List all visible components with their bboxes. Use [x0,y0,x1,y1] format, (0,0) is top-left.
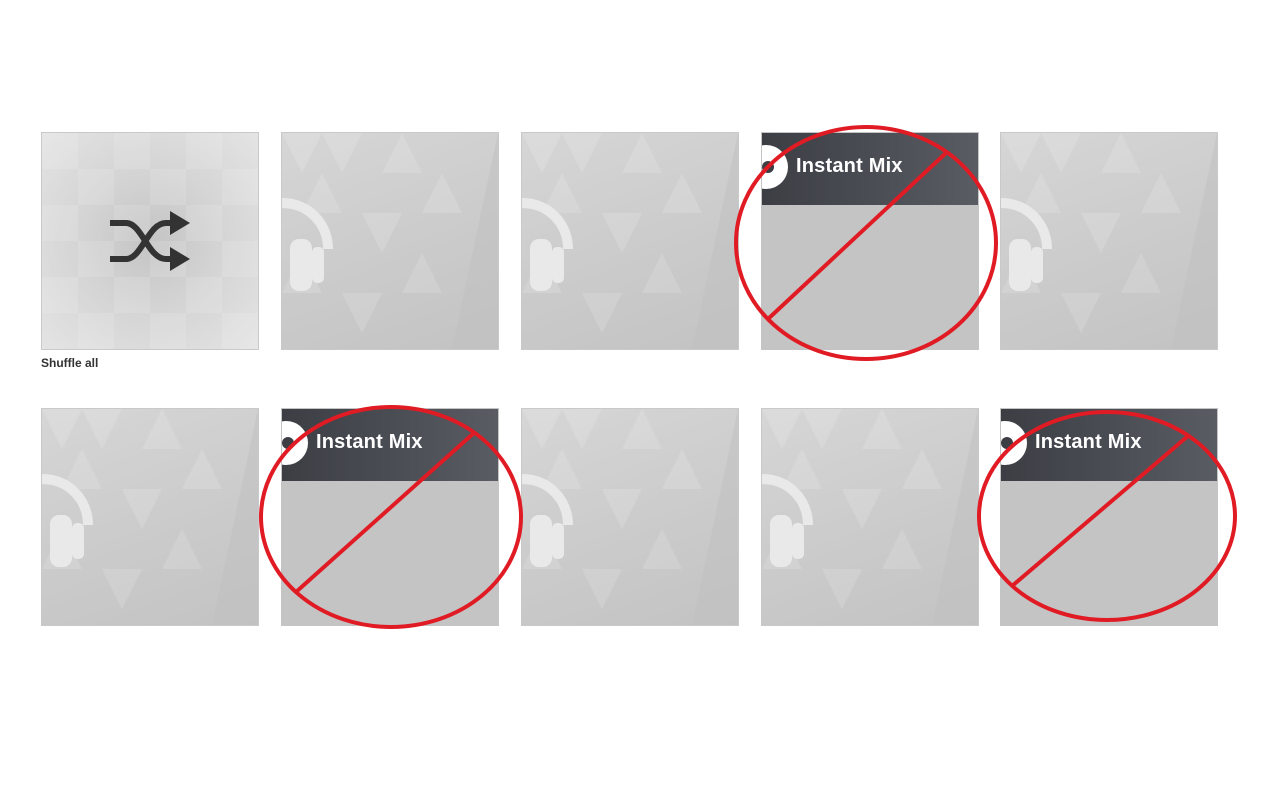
instant-mix-banner[interactable]: Instant Mix [282,409,498,481]
disc-icon [762,145,788,189]
album-grid: Shuffle all Instant Mix Instant Mix Inst… [0,0,1280,800]
headphones-icon [762,474,813,567]
instant-mix-label[interactable]: Instant Mix [796,155,903,178]
shuffle-icon [110,211,190,271]
instant-mix-tile[interactable]: Instant Mix [761,132,979,350]
instant-mix-tile[interactable]: Instant Mix [1000,408,1218,626]
headphones-icon [522,198,573,291]
disc-icon [282,421,308,465]
album-tile[interactable] [1000,132,1218,350]
shuffle-all-label[interactable]: Shuffle all [41,356,98,370]
album-tile[interactable] [521,408,739,626]
instant-mix-label[interactable]: Instant Mix [316,431,423,454]
headphones-icon [42,474,93,567]
instant-mix-banner[interactable]: Instant Mix [762,133,978,205]
headphones-icon [282,198,333,291]
disc-icon [1001,421,1027,465]
album-tile[interactable] [521,132,739,350]
headphones-icon [1001,198,1052,291]
album-tile[interactable] [41,408,259,626]
instant-mix-tile[interactable]: Instant Mix [281,408,499,626]
instant-mix-label[interactable]: Instant Mix [1035,431,1142,454]
album-tile[interactable] [281,132,499,350]
shuffle-all-tile[interactable] [41,132,259,350]
album-tile[interactable] [761,408,979,626]
headphones-icon [522,474,573,567]
instant-mix-banner[interactable]: Instant Mix [1001,409,1217,481]
